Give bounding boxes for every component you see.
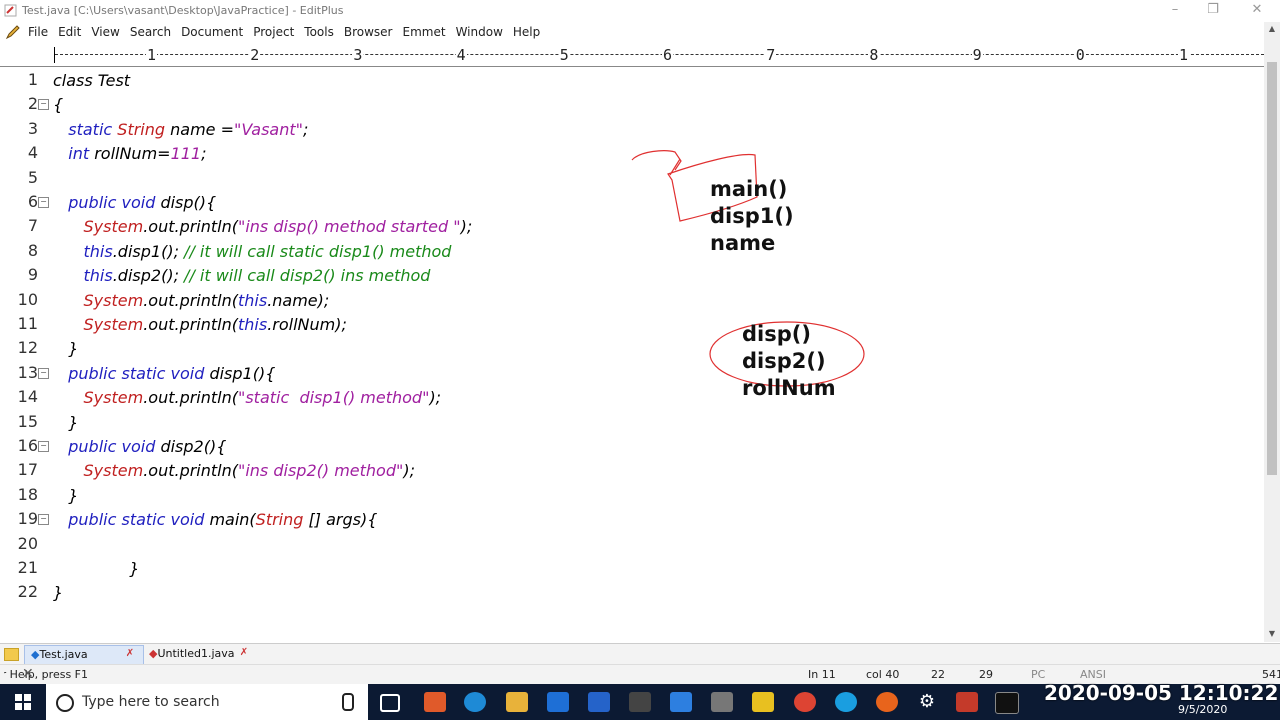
microphone-icon[interactable] (342, 693, 354, 711)
ruler-label: 9 (971, 46, 983, 64)
pencil-icon (5, 25, 20, 40)
menu-edit[interactable]: Edit (58, 24, 81, 40)
ruler-label: 7 (765, 46, 777, 64)
search-placeholder: Type here to search (82, 694, 220, 710)
close-output-icon[interactable]: ✕ (22, 666, 34, 682)
scroll-thumb[interactable] (1267, 62, 1277, 475)
task-view-icon[interactable] (380, 694, 400, 712)
ruler-label: 4 (455, 46, 467, 64)
close-button[interactable]: ✕ (1234, 0, 1280, 22)
xampp-icon[interactable] (424, 692, 446, 712)
ruler-label: 0 (1074, 46, 1086, 64)
status-mode: PC (1031, 668, 1046, 681)
title-bar: Test.java [C:\Users\vasant\Desktop\JavaP… (0, 0, 1280, 22)
windows-start-icon[interactable] (0, 684, 46, 720)
skype-icon[interactable] (835, 692, 857, 712)
status-encoding: ANSI (1080, 668, 1106, 681)
close-tab-icon[interactable]: ✗ (125, 649, 135, 659)
menu-document[interactable]: Document (181, 24, 243, 40)
close-tab-icon[interactable]: ✗ (239, 648, 249, 658)
menu-help[interactable]: Help (513, 24, 540, 40)
media-icon[interactable] (629, 692, 651, 712)
annot-disp2: disp2() (742, 349, 826, 373)
ruler-label: 2 (249, 46, 261, 64)
scroll-down-icon[interactable]: ▼ (1264, 629, 1280, 638)
ruler-label: 5 (558, 46, 570, 64)
cmd-icon[interactable] (995, 692, 1019, 714)
gear-icon[interactable]: ⚙ (916, 692, 938, 712)
editplus-app-icon (4, 4, 17, 17)
zoom-icon[interactable] (670, 692, 692, 712)
menu-search[interactable]: Search (130, 24, 171, 40)
firefox-icon[interactable] (876, 692, 898, 712)
taskbar-search[interactable]: Type here to search (46, 684, 368, 720)
menu-tools[interactable]: Tools (304, 24, 334, 40)
editplus-taskbar-icon[interactable] (956, 692, 978, 712)
document-tabs: ◆Test.java ✗ ◆Untitled1.java ✗ (0, 643, 1280, 665)
status-value-b: 29 (979, 668, 993, 681)
restore-button[interactable]: ❐ (1190, 0, 1236, 22)
ruler-label: 8 (868, 46, 880, 64)
tab-test-java[interactable]: ◆Test.java ✗ (24, 645, 144, 665)
taskbar-clock[interactable]: 2020-09-05 12:10:22 9/5/2020 (1044, 681, 1278, 720)
ruler-label: 1 (146, 46, 158, 64)
folder-icon[interactable] (4, 648, 19, 661)
file-explorer-icon[interactable] (506, 692, 528, 712)
vertical-scrollbar[interactable]: ▲ ▼ (1264, 22, 1280, 642)
menu-emmet[interactable]: Emmet (403, 24, 446, 40)
notes-icon[interactable] (752, 692, 774, 712)
datetime-overlay: 2020-09-05 12:10:22 (1044, 681, 1279, 705)
window-title: Test.java [C:\Users\vasant\Desktop\JavaP… (22, 4, 344, 17)
status-size: 541 (1262, 668, 1280, 681)
ruler-label: 6 (662, 46, 674, 64)
menu-view[interactable]: View (91, 24, 119, 40)
annot-disp1: disp1() (710, 204, 794, 228)
code-editor[interactable]: 1 2−3 4 5 6−7 8 9 10 11 12 13−14 15 16−17 18 19−20 21 22… (0, 67, 1264, 637)
status-help: For Help, press F1 (4, 668, 88, 681)
cortana-icon (56, 694, 74, 712)
handwritten-annotations (631, 150, 865, 387)
scroll-up-icon[interactable]: ▲ (1264, 24, 1280, 33)
menu-browser[interactable]: Browser (344, 24, 393, 40)
annot-disp: disp() (742, 322, 811, 346)
menu-bar: File Edit View Search Document Project Tools Br… (0, 22, 1280, 58)
status-value-a: 22 (931, 668, 945, 681)
edge-icon[interactable] (464, 692, 486, 712)
tab-untitled1-java[interactable]: ◆Untitled1.java ✗ (143, 645, 261, 663)
menu-file[interactable]: File (28, 24, 48, 40)
status-line: In 11 (808, 668, 836, 681)
ruler-label: 3 (352, 46, 364, 64)
ruler-label: 1 (1178, 46, 1190, 64)
menu-project[interactable]: Project (253, 24, 294, 40)
date-small: 9/5/2020 (1178, 703, 1228, 716)
column-ruler: 1 2 3 4 5 6 7 8 9 0 1 (0, 42, 1264, 67)
store-icon[interactable] (588, 692, 610, 712)
annot-rollnum: rollNum (742, 376, 836, 400)
settings-gear-app-icon[interactable] (711, 692, 733, 712)
mail-icon[interactable] (547, 692, 569, 712)
menu-window[interactable]: Window (456, 24, 503, 40)
annot-name: name (710, 231, 776, 255)
chrome-icon[interactable] (794, 692, 816, 712)
status-column: col 40 (866, 668, 900, 681)
annot-main: main() (710, 177, 788, 201)
